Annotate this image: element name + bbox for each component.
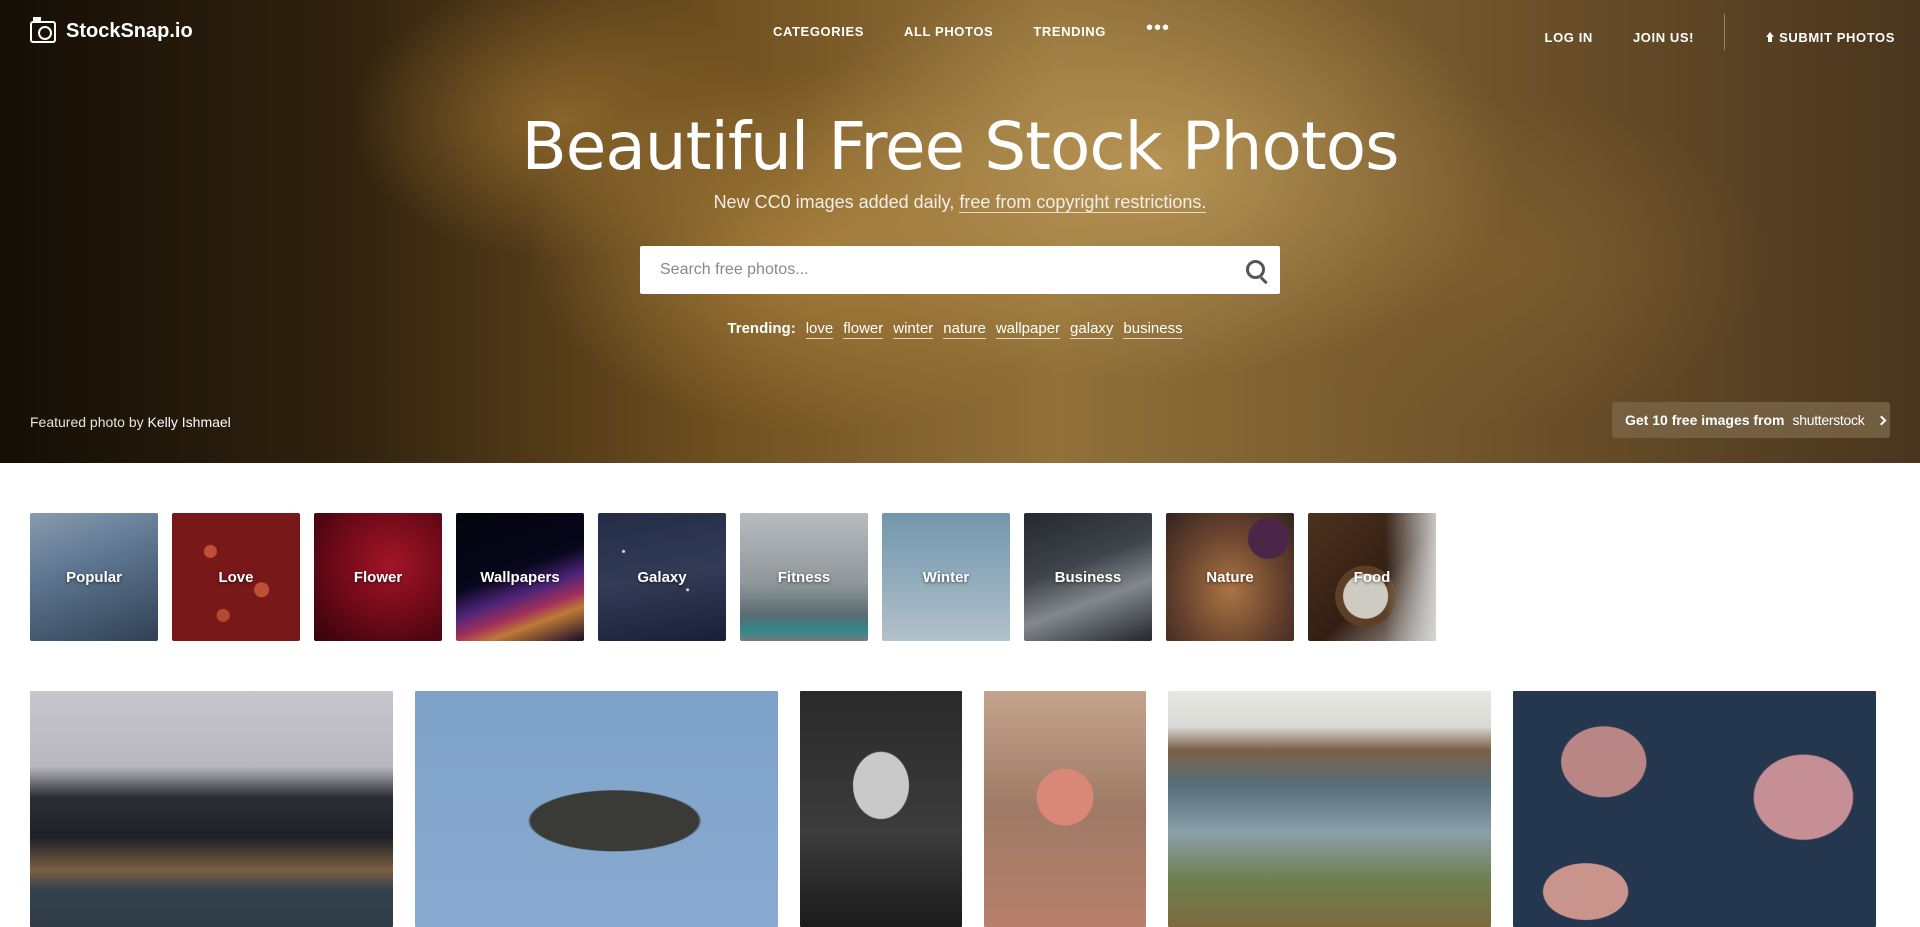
category-label: Wallpapers <box>480 568 560 586</box>
top-nav: StockSnap.io CATEGORIES ALL PHOTOS TREND… <box>0 0 1920 64</box>
main-nav: CATEGORIES ALL PHOTOS TRENDING ••• <box>773 18 1170 39</box>
category-label: Galaxy <box>637 568 687 586</box>
chevron-right-icon <box>1876 415 1887 425</box>
category-winter[interactable]: Winter <box>882 513 1010 641</box>
hero-title: Beautiful Free Stock Photos <box>521 108 1399 185</box>
trending-tag-business[interactable]: business <box>1123 320 1183 339</box>
hero-banner: StockSnap.io CATEGORIES ALL PHOTOS TREND… <box>0 0 1920 463</box>
trending-tag-nature[interactable]: nature <box>943 320 986 339</box>
camera-icon <box>30 16 56 43</box>
photo-mountain-lake[interactable] <box>30 691 393 927</box>
nav-trending[interactable]: TRENDING <box>1033 24 1106 39</box>
category-wallpapers[interactable]: Wallpapers <box>456 513 584 641</box>
photo-hands-flower[interactable] <box>984 691 1146 927</box>
submit-photos-link[interactable]: SUBMIT PHOTOS <box>1765 30 1895 45</box>
shutterstock-cta-label: Get 10 free images from <box>1625 412 1785 428</box>
license-link[interactable]: free from copyright restrictions. <box>959 192 1207 213</box>
submit-photos-label: SUBMIT PHOTOS <box>1779 29 1895 45</box>
nav-categories[interactable]: CATEGORIES <box>773 24 864 39</box>
more-dots-icon[interactable]: ••• <box>1146 18 1170 39</box>
category-galaxy[interactable]: Galaxy <box>598 513 726 641</box>
category-nature[interactable]: Nature <box>1166 513 1294 641</box>
category-label: Business <box>1054 568 1122 586</box>
trending-tag-love[interactable]: love <box>805 320 834 339</box>
trending-label: Trending: <box>727 320 796 337</box>
trending-tags: Trending: love flower winter nature wall… <box>0 320 1920 339</box>
hero-subtitle-text: New CC0 images added daily, <box>713 192 960 212</box>
brand-name: StockSnap.io <box>66 20 193 42</box>
category-label: Nature <box>1206 568 1254 586</box>
nav-all-photos[interactable]: ALL PHOTOS <box>904 24 993 39</box>
category-label: Love <box>218 568 254 586</box>
featured-credit: Featured photo by Kelly Ishmael <box>30 414 231 430</box>
nav-divider <box>1724 14 1726 50</box>
category-label: Flower <box>353 568 403 586</box>
search-bar <box>640 246 1280 294</box>
account-nav: LOG IN JOIN US! SUBMIT PHOTOS <box>1505 14 1895 50</box>
shutterstock-cta-button[interactable]: Get 10 free images from shutterstock <box>1612 402 1890 438</box>
photo-portrait-woman[interactable] <box>800 691 962 927</box>
category-label: Popular <box>66 568 122 586</box>
search-icon[interactable] <box>1232 246 1280 294</box>
trending-tag-wallpaper[interactable]: wallpaper <box>995 320 1061 339</box>
hero-subtitle: New CC0 images added daily, free from co… <box>0 192 1920 213</box>
category-food[interactable]: Food <box>1308 513 1436 641</box>
category-strip: Popular Love Flower Wallpapers Galaxy Fi… <box>30 513 1436 641</box>
upload-icon <box>1765 31 1775 42</box>
category-flower[interactable]: Flower <box>314 513 442 641</box>
photo-pelican[interactable] <box>415 691 778 927</box>
featured-author-link[interactable]: Kelly Ishmael <box>148 414 231 430</box>
site-logo[interactable]: StockSnap.io <box>30 16 193 43</box>
trending-tag-flower[interactable]: flower <box>843 320 884 339</box>
category-label: Food <box>1353 568 1391 586</box>
shutterstock-logo: shutterstock <box>1792 412 1865 428</box>
category-label: Fitness <box>777 568 831 586</box>
trending-tag-winter[interactable]: winter <box>893 320 934 339</box>
category-love[interactable]: Love <box>172 513 300 641</box>
trending-tag-galaxy[interactable]: galaxy <box>1070 320 1114 339</box>
photo-coastal-cliffs[interactable] <box>1168 691 1491 927</box>
search-input[interactable] <box>640 246 1232 294</box>
login-link[interactable]: LOG IN <box>1545 30 1593 45</box>
join-link[interactable]: JOIN US! <box>1633 30 1694 45</box>
category-fitness[interactable]: Fitness <box>740 513 868 641</box>
featured-prefix: Featured photo by <box>30 414 144 430</box>
category-business[interactable]: Business <box>1024 513 1152 641</box>
category-popular[interactable]: Popular <box>30 513 158 641</box>
photo-pink-blossoms[interactable] <box>1513 691 1876 927</box>
category-label: Winter <box>922 568 970 586</box>
